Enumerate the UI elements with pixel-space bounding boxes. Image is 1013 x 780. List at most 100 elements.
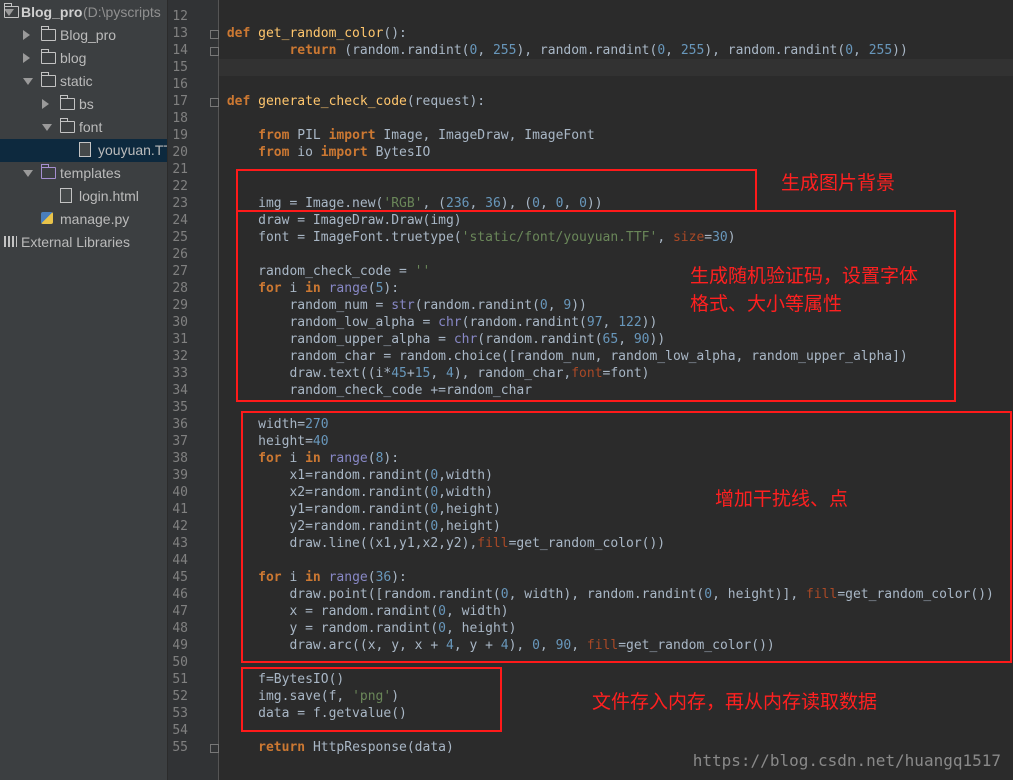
line-number: 47 [172,604,188,619]
python-file-icon [41,212,53,224]
tree-item-label: External Libraries [21,234,130,250]
chevron-down-icon[interactable] [42,124,52,131]
line-number: 40 [172,485,188,500]
line-number: 32 [172,349,188,364]
tree-item-label: youyuan.TTF [98,142,167,158]
code-token: )) [892,43,908,58]
tree-item-font[interactable]: font [0,116,167,139]
line-number: 48 [172,621,188,636]
tree-item-label: static [60,73,93,89]
code-token: 0 [657,43,666,58]
tree-item-label: login.html [79,188,139,204]
annotation-box-noise [241,411,1012,663]
line-number: 13 [172,26,188,41]
fold-marker-icon[interactable] [210,744,219,753]
line-number: 23 [172,196,188,211]
code-line[interactable] [219,110,1013,127]
line-number: 19 [172,128,188,143]
code-line[interactable]: from io import BytesIO [219,144,1013,161]
code-token: (request): [406,94,486,109]
tree-item-static[interactable]: static [0,70,167,93]
chevron-right-icon[interactable] [42,99,49,109]
tree-item-path: (D:\pyscripts [83,4,161,20]
code-line[interactable] [219,76,1013,93]
html-file-icon [60,188,72,203]
line-number: 28 [172,281,188,296]
tree-item-bs[interactable]: bs [0,93,167,116]
code-token: 255 [868,43,893,58]
code-token: (random.randint( [344,43,470,58]
code-token: 255 [492,43,517,58]
line-number: 39 [172,468,188,483]
line-number: 46 [172,587,188,602]
tree-item-external-libraries[interactable]: External Libraries [0,231,167,254]
code-token: return [289,43,345,58]
tree-item-login-html[interactable]: login.html [0,185,167,208]
line-number: 53 [172,706,188,721]
fold-marker-icon[interactable] [210,30,219,39]
tree-item-label: bs [79,96,94,112]
code-token: import [320,145,376,160]
tree-item-blog[interactable]: blog [0,47,167,70]
code-line[interactable] [219,8,1013,25]
code-token: 0 [845,43,854,58]
code-line[interactable]: def get_random_color(): [219,25,1013,42]
line-number: 22 [172,179,188,194]
line-number: 17 [172,94,188,109]
annotation-text-memory: 文件存入内存，再从内存读取数据 [592,691,878,713]
tree-item-blog-pro[interactable]: Blog_pro (D:\pyscripts [0,1,167,24]
code-line[interactable]: from PIL import Image, ImageDraw, ImageF… [219,127,1013,144]
code-line[interactable]: def generate_check_code(request): [219,93,1013,110]
chevron-right-icon[interactable] [23,30,30,40]
chevron-down-icon[interactable] [23,170,33,177]
code-token: Image, ImageDraw, ImageFont [383,128,595,143]
tree-item-label: Blog_pro [60,27,117,43]
folder-icon [4,3,19,18]
tree-item-label: font [79,119,103,135]
tree-item-blog-pro[interactable]: Blog_pro [0,24,167,47]
template-folder-icon [41,164,56,179]
file-icon [79,142,91,157]
line-number: 33 [172,366,188,381]
code-token: return [258,740,313,755]
code-line[interactable]: return (random.randint(0, 255), random.r… [219,42,1013,59]
chevron-down-icon[interactable] [23,78,33,85]
fold-marker-icon[interactable] [210,47,219,56]
code-token: BytesIO [375,145,431,160]
fold-marker-icon[interactable] [210,98,219,107]
code-token: from [258,128,298,143]
code-line[interactable] [219,59,1013,76]
folder-icon [60,95,75,110]
tree-item-label: blog [60,50,87,66]
tree-item-templates[interactable]: templates [0,162,167,185]
chevron-right-icon[interactable] [23,53,30,63]
tree-item-youyuan-ttf[interactable]: youyuan.TTF [0,139,167,162]
line-number: 42 [172,519,188,534]
tree-item-manage-py[interactable]: manage.py [0,208,167,231]
